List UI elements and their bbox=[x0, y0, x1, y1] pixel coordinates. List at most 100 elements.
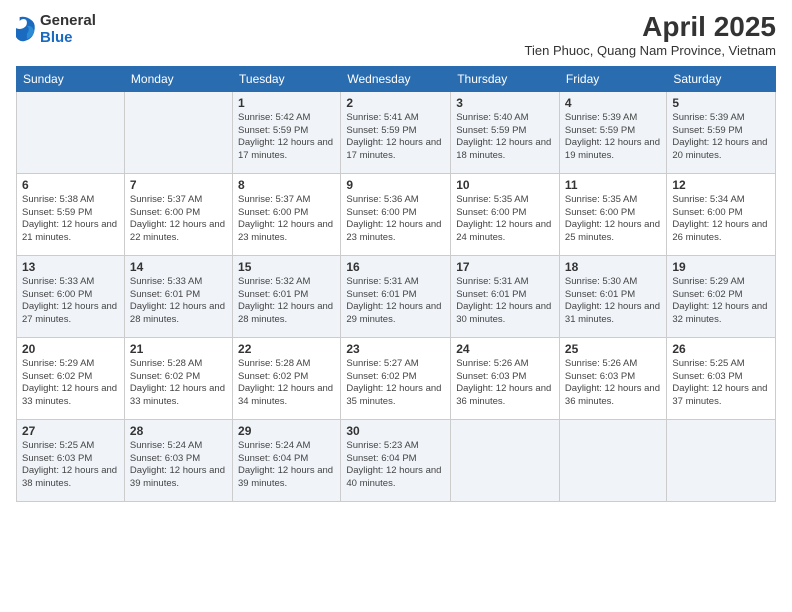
day-info: Sunrise: 5:36 AMSunset: 6:00 PMDaylight:… bbox=[346, 194, 445, 245]
calendar-week-row: 6Sunrise: 5:38 AMSunset: 5:59 PMDaylight… bbox=[17, 173, 776, 255]
day-number: 7 bbox=[130, 178, 227, 192]
day-info: Sunrise: 5:27 AMSunset: 6:02 PMDaylight:… bbox=[346, 358, 445, 409]
logo-blue: Blue bbox=[40, 29, 73, 46]
day-info: Sunrise: 5:25 AMSunset: 6:03 PMDaylight:… bbox=[672, 358, 770, 409]
day-info: Sunrise: 5:26 AMSunset: 6:03 PMDaylight:… bbox=[456, 358, 554, 409]
day-number: 23 bbox=[346, 342, 445, 356]
day-number: 4 bbox=[565, 96, 661, 110]
day-number: 28 bbox=[130, 424, 227, 438]
day-number: 2 bbox=[346, 96, 445, 110]
day-number: 25 bbox=[565, 342, 661, 356]
table-row: 19 Sunrise: 5:29 AMSunset: 6:02 PMDayligh… bbox=[667, 255, 776, 337]
day-number: 30 bbox=[346, 424, 445, 438]
day-info: Sunrise: 5:31 AMSunset: 6:01 PMDaylight:… bbox=[346, 276, 445, 327]
day-number: 15 bbox=[238, 260, 335, 274]
calendar-week-row: 27Sunrise: 5:25 AMSunset: 6:03 PMDayligh… bbox=[17, 419, 776, 501]
table-row: 16Sunrise: 5:31 AMSunset: 6:01 PMDayligh… bbox=[341, 255, 451, 337]
col-friday: Friday bbox=[559, 66, 666, 91]
calendar: Sunday Monday Tuesday Wednesday Thursday… bbox=[16, 66, 776, 502]
calendar-header-row: Sunday Monday Tuesday Wednesday Thursday… bbox=[17, 66, 776, 91]
col-saturday: Saturday bbox=[667, 66, 776, 91]
day-info: Sunrise: 5:37 AMSunset: 6:00 PMDaylight:… bbox=[238, 194, 335, 245]
table-row: 4 Sunrise: 5:39 AMSunset: 5:59 PMDaylight… bbox=[559, 91, 666, 173]
calendar-week-row: 13 Sunrise: 5:33 AMSunset: 6:00 PMDayligh… bbox=[17, 255, 776, 337]
day-number: 21 bbox=[130, 342, 227, 356]
calendar-week-row: 1 Sunrise: 5:42 AMSunset: 5:59 PMDaylight… bbox=[17, 91, 776, 173]
day-info: Sunrise: 5:23 AMSunset: 6:04 PMDaylight:… bbox=[346, 440, 445, 491]
day-number: 14 bbox=[130, 260, 227, 274]
table-row: 9Sunrise: 5:36 AMSunset: 6:00 PMDaylight… bbox=[341, 173, 451, 255]
day-info: Sunrise: 5:30 AMSunset: 6:01 PMDaylight:… bbox=[565, 276, 661, 327]
calendar-week-row: 20Sunrise: 5:29 AMSunset: 6:02 PMDayligh… bbox=[17, 337, 776, 419]
table-row bbox=[124, 91, 232, 173]
table-row: 7 Sunrise: 5:37 AMSunset: 6:00 PMDaylight… bbox=[124, 173, 232, 255]
day-number: 22 bbox=[238, 342, 335, 356]
day-number: 3 bbox=[456, 96, 554, 110]
col-thursday: Thursday bbox=[451, 66, 560, 91]
day-info: Sunrise: 5:42 AMSunset: 5:59 PMDaylight:… bbox=[238, 112, 335, 163]
table-row bbox=[451, 419, 560, 501]
table-row: 8 Sunrise: 5:37 AMSunset: 6:00 PMDaylight… bbox=[233, 173, 341, 255]
col-wednesday: Wednesday bbox=[341, 66, 451, 91]
table-row: 2 Sunrise: 5:41 AMSunset: 5:59 PMDaylight… bbox=[341, 91, 451, 173]
day-number: 26 bbox=[672, 342, 770, 356]
day-info: Sunrise: 5:41 AMSunset: 5:59 PMDaylight:… bbox=[346, 112, 445, 163]
day-info: Sunrise: 5:32 AMSunset: 6:01 PMDaylight:… bbox=[238, 276, 335, 327]
day-number: 29 bbox=[238, 424, 335, 438]
day-info: Sunrise: 5:37 AMSunset: 6:00 PMDaylight:… bbox=[130, 194, 227, 245]
table-row: 28 Sunrise: 5:24 AMSunset: 6:03 PMDayligh… bbox=[124, 419, 232, 501]
col-monday: Monday bbox=[124, 66, 232, 91]
day-number: 13 bbox=[22, 260, 119, 274]
table-row: 18 Sunrise: 5:30 AMSunset: 6:01 PMDayligh… bbox=[559, 255, 666, 337]
table-row: 10 Sunrise: 5:35 AMSunset: 6:00 PMDayligh… bbox=[451, 173, 560, 255]
day-info: Sunrise: 5:35 AMSunset: 6:00 PMDaylight:… bbox=[456, 194, 554, 245]
day-info: Sunrise: 5:24 AMSunset: 6:04 PMDaylight:… bbox=[238, 440, 335, 491]
day-info: Sunrise: 5:38 AMSunset: 5:59 PMDaylight:… bbox=[22, 194, 119, 245]
table-row: 25Sunrise: 5:26 AMSunset: 6:03 PMDayligh… bbox=[559, 337, 666, 419]
day-info: Sunrise: 5:34 AMSunset: 6:00 PMDaylight:… bbox=[672, 194, 770, 245]
day-info: Sunrise: 5:33 AMSunset: 6:00 PMDaylight:… bbox=[22, 276, 119, 327]
day-number: 18 bbox=[565, 260, 661, 274]
table-row: 22Sunrise: 5:28 AMSunset: 6:02 PMDayligh… bbox=[233, 337, 341, 419]
table-row: 20Sunrise: 5:29 AMSunset: 6:02 PMDayligh… bbox=[17, 337, 125, 419]
table-row bbox=[559, 419, 666, 501]
day-info: Sunrise: 5:33 AMSunset: 6:01 PMDaylight:… bbox=[130, 276, 227, 327]
logo: General Blue bbox=[16, 12, 96, 46]
day-info: Sunrise: 5:39 AMSunset: 5:59 PMDaylight:… bbox=[565, 112, 661, 163]
day-info: Sunrise: 5:31 AMSunset: 6:01 PMDaylight:… bbox=[456, 276, 554, 327]
page: General Blue April 2025 Tien Phuoc, Quan… bbox=[0, 0, 792, 612]
table-row bbox=[17, 91, 125, 173]
day-number: 1 bbox=[238, 96, 335, 110]
day-info: Sunrise: 5:25 AMSunset: 6:03 PMDaylight:… bbox=[22, 440, 119, 491]
table-row: 27Sunrise: 5:25 AMSunset: 6:03 PMDayligh… bbox=[17, 419, 125, 501]
day-number: 10 bbox=[456, 178, 554, 192]
day-number: 20 bbox=[22, 342, 119, 356]
logo-general: General bbox=[40, 12, 96, 29]
logo-icon bbox=[16, 15, 36, 43]
day-number: 11 bbox=[565, 178, 661, 192]
table-row: 21 Sunrise: 5:28 AMSunset: 6:02 PMDayligh… bbox=[124, 337, 232, 419]
day-number: 24 bbox=[456, 342, 554, 356]
day-info: Sunrise: 5:28 AMSunset: 6:02 PMDaylight:… bbox=[130, 358, 227, 409]
table-row: 15 Sunrise: 5:32 AMSunset: 6:01 PMDayligh… bbox=[233, 255, 341, 337]
table-row: 13 Sunrise: 5:33 AMSunset: 6:00 PMDayligh… bbox=[17, 255, 125, 337]
table-row: 3 Sunrise: 5:40 AMSunset: 5:59 PMDaylight… bbox=[451, 91, 560, 173]
day-info: Sunrise: 5:35 AMSunset: 6:00 PMDaylight:… bbox=[565, 194, 661, 245]
col-tuesday: Tuesday bbox=[233, 66, 341, 91]
day-number: 8 bbox=[238, 178, 335, 192]
day-number: 19 bbox=[672, 260, 770, 274]
table-row: 14 Sunrise: 5:33 AMSunset: 6:01 PMDayligh… bbox=[124, 255, 232, 337]
logo-text: General Blue bbox=[40, 12, 96, 46]
day-info: Sunrise: 5:29 AMSunset: 6:02 PMDaylight:… bbox=[672, 276, 770, 327]
table-row: 29 Sunrise: 5:24 AMSunset: 6:04 PMDayligh… bbox=[233, 419, 341, 501]
day-number: 12 bbox=[672, 178, 770, 192]
month-title: April 2025 bbox=[525, 12, 776, 43]
table-row bbox=[667, 419, 776, 501]
day-number: 17 bbox=[456, 260, 554, 274]
day-number: 5 bbox=[672, 96, 770, 110]
table-row: 5Sunrise: 5:39 AMSunset: 5:59 PMDaylight… bbox=[667, 91, 776, 173]
title-block: April 2025 Tien Phuoc, Quang Nam Provinc… bbox=[525, 12, 776, 58]
header: General Blue April 2025 Tien Phuoc, Quan… bbox=[16, 12, 776, 58]
day-info: Sunrise: 5:40 AMSunset: 5:59 PMDaylight:… bbox=[456, 112, 554, 163]
day-info: Sunrise: 5:24 AMSunset: 6:03 PMDaylight:… bbox=[130, 440, 227, 491]
